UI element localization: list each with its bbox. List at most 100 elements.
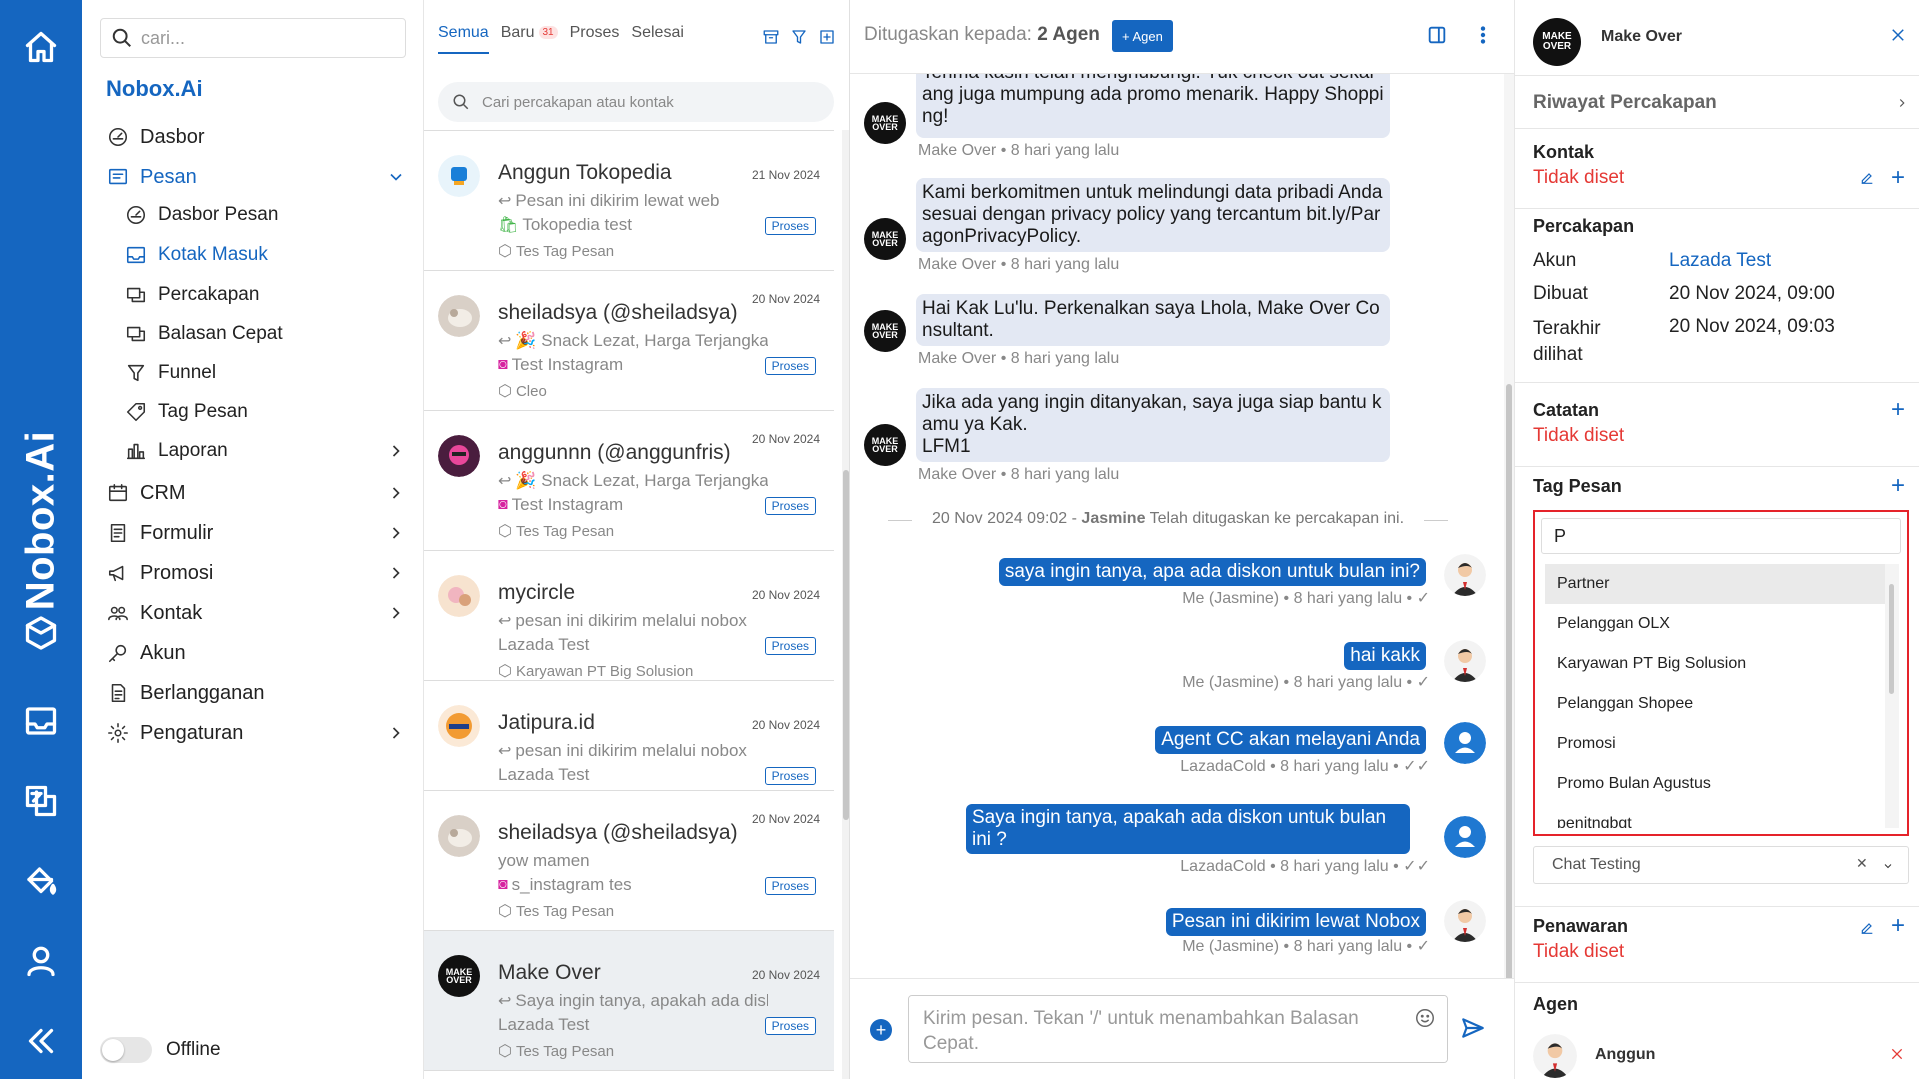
filter-icon[interactable] [787, 26, 811, 48]
tag-icon: ⬡ [498, 1043, 512, 1060]
nav-item-kotak-masuk[interactable]: Kotak Masuk [124, 238, 414, 272]
tag-option[interactable]: penitngbgt [1545, 804, 1885, 828]
conversation-preview: ↩ Saya ingin tanya, apakah ada diskon [498, 991, 768, 1011]
divider [1515, 982, 1919, 983]
panel-toggle-icon[interactable] [1426, 24, 1450, 48]
avatar: MAKE OVER [438, 955, 480, 997]
search-icon [112, 28, 131, 47]
translate-icon[interactable] [20, 780, 62, 822]
conversation-search-input[interactable] [482, 93, 812, 111]
tag-option[interactable]: Promosi [1545, 724, 1885, 764]
message-meta: Make Over • 8 hari yang lalu [918, 142, 1120, 159]
nav-item-label: Formulir [140, 521, 214, 544]
add-icon[interactable]: + [1887, 398, 1909, 422]
avatar: MAKE OVER [864, 424, 906, 466]
nav-item-funnel[interactable]: Funnel [124, 356, 414, 390]
reply-icon: ↩ [498, 333, 512, 350]
nav-item-percakapan[interactable]: Percakapan [124, 278, 414, 312]
outgoing-message: Agent CC akan melayani Anda [1155, 726, 1426, 754]
archive-icon[interactable] [759, 26, 783, 48]
tag-search-input[interactable] [1541, 518, 1901, 554]
nav-item-label: Tag Pesan [158, 401, 248, 422]
tag-option[interactable]: Pelanggan OLX [1545, 604, 1885, 644]
online-toggle[interactable] [100, 1037, 152, 1063]
clear-icon[interactable]: ✕ [1856, 855, 1868, 872]
nav-item-dasbor-pesan[interactable]: Dasbor Pesan [124, 198, 414, 232]
avatar: MAKE OVER [864, 218, 906, 260]
inbox-icon[interactable] [20, 700, 62, 742]
tag-option[interactable]: Partner [1545, 564, 1885, 604]
nav-item-label: Laporan [158, 440, 228, 461]
tag-option[interactable]: Promo Bulan Agustus [1545, 764, 1885, 804]
hexagon-logo-icon[interactable] [20, 612, 62, 654]
nav-item-pesan[interactable]: Pesan [106, 160, 414, 194]
close-icon[interactable] [1889, 26, 1909, 46]
paint-bucket-icon[interactable] [20, 860, 62, 902]
conversation-item[interactable]: mycircle 20 Nov 2024 ↩ pesan ini dikirim … [424, 551, 834, 681]
nav-item-balasan-cepat[interactable]: Balasan Cepat [124, 317, 414, 351]
add-icon[interactable]: + [1887, 914, 1909, 938]
chevron-right-icon [386, 523, 406, 543]
nav-item-dasbor[interactable]: Dasbor [106, 120, 414, 154]
tab-semua[interactable]: Semua [438, 24, 489, 54]
tag-list-scrollbar[interactable] [1885, 564, 1899, 828]
tab-baru[interactable]: Baru 31 [501, 24, 558, 54]
selected-tag-select[interactable]: Chat Testing ✕ [1533, 846, 1909, 884]
nav-item-kontak[interactable]: Kontak [106, 596, 414, 630]
nav-item-promosi[interactable]: Promosi [106, 556, 414, 590]
chat-scrollbar[interactable] [1504, 74, 1514, 984]
conversation-item[interactable]: Anggun Tokopedia 21 Nov 2024 ↩ Pesan ini … [424, 131, 834, 271]
tag-option[interactable]: Pelanggan Shopee [1545, 684, 1885, 724]
nav-item-laporan[interactable]: Laporan [124, 434, 414, 468]
collapse-icon[interactable] [20, 1020, 62, 1062]
conversation-item[interactable]: sheiladsya (@sheiladsya) 20 Nov 2024 ↩ 🎉 … [424, 271, 834, 411]
message-input[interactable] [908, 995, 1448, 1063]
edit-icon[interactable] [1859, 170, 1877, 188]
more-options-icon[interactable] [1472, 24, 1496, 48]
tab-proses[interactable]: Proses [570, 24, 620, 54]
add-attachment-icon[interactable]: + [870, 1019, 892, 1041]
conversation-item[interactable]: anggunnn (@anggunfris) 20 Nov 2024 ↩ 🎉 Sn… [424, 411, 834, 551]
nav-item-formulir[interactable]: Formulir [106, 516, 414, 550]
conversation-date: 20 Nov 2024 [751, 588, 820, 602]
home-icon[interactable] [20, 26, 62, 68]
conversation-item[interactable]: MAKE OVER Make Over 20 Nov 2024 ↩ Saya ing… [424, 931, 834, 1071]
conversation-search[interactable] [438, 82, 834, 122]
add-icon[interactable]: + [1887, 474, 1909, 498]
tag-option[interactable]: Karyawan PT Big Solusion [1545, 644, 1885, 684]
add-agent-button[interactable]: + Agen [1112, 20, 1173, 52]
chevron-down-icon[interactable] [1882, 859, 1896, 873]
nav-item-label: Kotak Masuk [158, 244, 268, 265]
nav-search-input[interactable] [141, 27, 391, 49]
preview-text: yow mamen [498, 851, 590, 870]
user-icon[interactable] [20, 940, 62, 982]
nav-item-akun[interactable]: Akun [106, 636, 414, 670]
status-label: Offline [166, 1039, 221, 1060]
nav-item-crm[interactable]: CRM [106, 476, 414, 510]
chevron-down-icon [386, 167, 406, 187]
remove-agent-icon[interactable] [1889, 1046, 1907, 1064]
emoji-icon[interactable] [1414, 1007, 1438, 1031]
tab-selesai[interactable]: Selesai [631, 24, 683, 54]
conversation-history-link[interactable]: Riwayat Percakapan [1533, 92, 1717, 114]
send-icon[interactable] [1460, 1015, 1488, 1043]
conversation-account: ◙ Test Instagram [498, 495, 768, 515]
nav-item-tag-pesan[interactable]: Tag Pesan [124, 395, 414, 429]
nav-item-berlangganan[interactable]: Berlangganan [106, 676, 414, 710]
conversation-list-scrollbar[interactable] [842, 130, 849, 1079]
nav-search[interactable] [100, 18, 406, 58]
message-meta: Make Over • 8 hari yang lalu [918, 466, 1120, 483]
preview-text: pesan ini dikirim melalui nobox [515, 611, 747, 630]
edit-icon[interactable] [1859, 920, 1877, 938]
avatar [438, 705, 480, 747]
akun-value[interactable]: Lazada Test [1669, 250, 1771, 272]
avatar: MAKE OVER [864, 102, 906, 144]
tab-label: Proses [569, 24, 620, 41]
conversation-item[interactable]: sheiladsya (@sheiladsya) 20 Nov 2024 yow… [424, 791, 834, 931]
conversation-item[interactable]: Jatipura.id 20 Nov 2024 ↩ pesan ini dikir… [424, 681, 834, 791]
message-icon [106, 165, 130, 189]
new-conversation-icon[interactable] [815, 26, 839, 48]
terakhir-label: Terakhir dilihat [1533, 318, 1601, 365]
nav-item-pengaturan[interactable]: Pengaturan [106, 716, 414, 750]
add-icon[interactable]: + [1887, 166, 1909, 190]
